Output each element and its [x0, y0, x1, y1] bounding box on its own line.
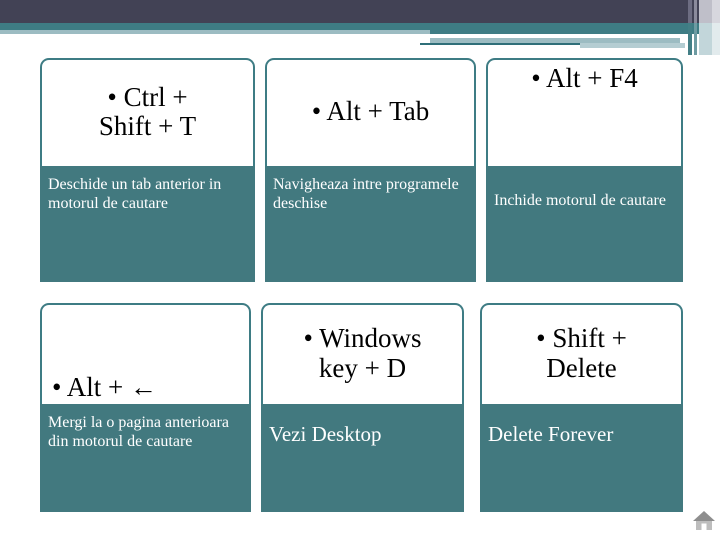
- shortcut-keys-label: • Alt + Tab: [311, 96, 430, 127]
- banner-band-navy: [0, 0, 720, 23]
- shortcut-card[interactable]: • Ctrl + Shift + T Deschide un tab anter…: [40, 58, 255, 282]
- banner-vstripe-teal-4: [712, 23, 720, 55]
- shortcut-card[interactable]: • Alt + Tab Navigheaza intre programele …: [265, 58, 476, 282]
- shortcut-card[interactable]: • Windows key + D Vezi Desktop: [261, 303, 464, 512]
- shortcut-card-header: • Ctrl + Shift + T: [40, 58, 255, 166]
- banner-rule: [420, 43, 580, 45]
- shortcut-card-description: Mergi la o pagina anterioara din motorul…: [40, 404, 251, 512]
- shortcut-card-description: Vezi Desktop: [261, 404, 464, 512]
- shortcut-card[interactable]: • Alt + F4 Inchide motorul de cautare: [486, 58, 683, 282]
- shortcut-card-description: Navigheaza intre programele deschise: [265, 166, 476, 282]
- banner-vstripe-teal-2: [694, 23, 697, 55]
- banner-band-white-left: [0, 34, 430, 55]
- banner-vstripe-teal-1: [688, 23, 692, 55]
- shortcut-card-header: • Windows key + D: [261, 303, 464, 404]
- banner-band-white-right: [580, 48, 690, 55]
- shortcut-card-header: • Alt + Tab: [265, 58, 476, 166]
- shortcut-card-description: Deschide un tab anterior in motorul de c…: [40, 166, 255, 282]
- shortcut-card[interactable]: • Alt + ← Mergi la o pagina anterioara d…: [40, 303, 251, 512]
- banner-vstripe-teal-3: [699, 23, 712, 55]
- shortcut-card-header: • Shift + Delete: [480, 303, 683, 404]
- shortcut-keys-label: • Ctrl + Shift + T: [98, 81, 197, 141]
- shortcut-card-description: Delete Forever: [480, 404, 683, 512]
- shortcut-card-header: • Alt + F4: [486, 58, 683, 166]
- shortcut-keys-label: • Shift + Delete: [536, 323, 627, 383]
- shortcut-keys-label: • Alt + F4: [531, 63, 638, 93]
- shortcut-card-header: • Alt + ←: [40, 303, 251, 404]
- shortcut-keys-label: • Windows key + D: [303, 323, 422, 383]
- slide-header-banner: [0, 0, 720, 55]
- shortcut-card[interactable]: • Shift + Delete Delete Forever: [480, 303, 683, 512]
- shortcut-keys-label: • Alt + ←: [52, 371, 157, 402]
- shortcut-card-description: Inchide motorul de cautare: [486, 166, 683, 282]
- home-icon[interactable]: [692, 508, 716, 532]
